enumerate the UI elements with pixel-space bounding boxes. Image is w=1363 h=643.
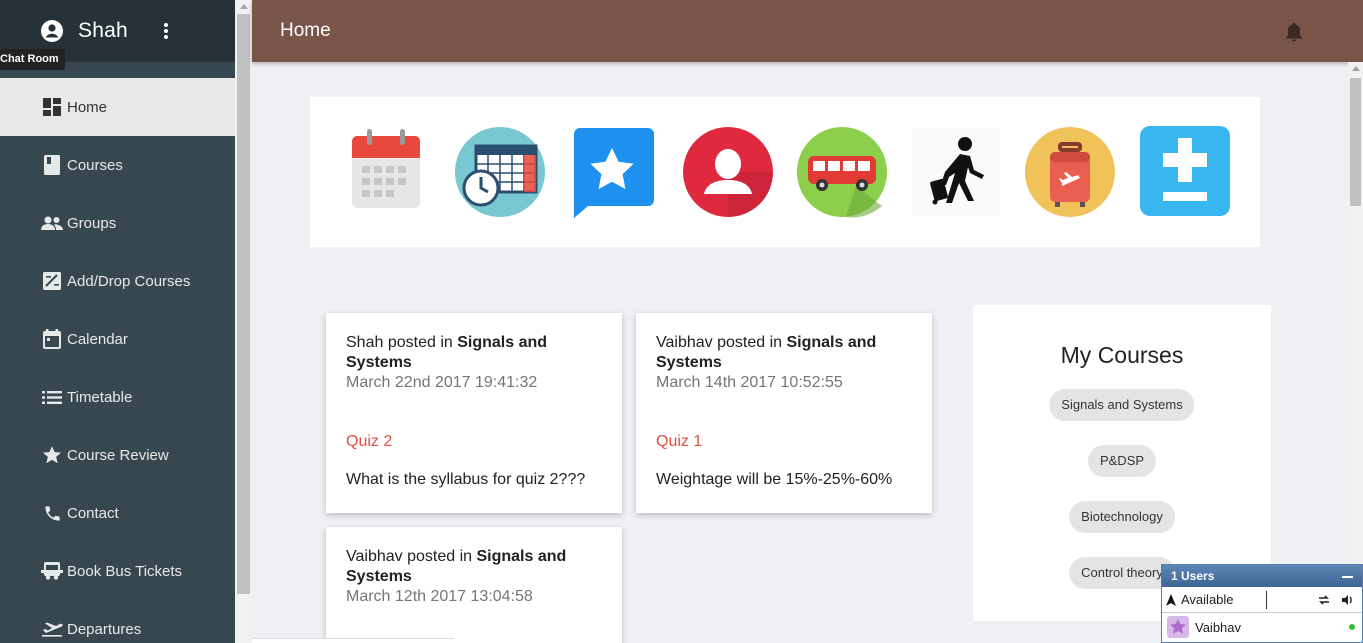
- post-date: March 22nd 2017 19:41:32: [346, 374, 538, 391]
- refresh-icon[interactable]: [1318, 595, 1330, 605]
- sidebar-item-label: Home: [67, 98, 108, 116]
- list-icon: [41, 386, 63, 408]
- edit-box-icon: [41, 270, 63, 292]
- bottom-panel-edge: [252, 638, 454, 643]
- review-star-icon[interactable]: [570, 126, 662, 218]
- calendar-icon: [41, 328, 63, 350]
- user-avatar: [1167, 616, 1189, 638]
- post-card[interactable]: Vaibhav posted in Signals and Systems Ma…: [326, 527, 622, 643]
- sidebar-item-label: Add/Drop Courses: [67, 272, 191, 290]
- add-course-icon[interactable]: [1140, 126, 1232, 218]
- status-arrow-icon[interactable]: [1165, 593, 1177, 607]
- post-author: Shah: [346, 334, 384, 351]
- post-header: Vaibhav posted in Signals and Systems: [346, 547, 602, 587]
- chat-user-name: Vaibhav: [1195, 619, 1242, 635]
- course-chip[interactable]: Signals and Systems: [1049, 389, 1195, 421]
- sidebar-item-calendar[interactable]: Calendar: [0, 310, 235, 368]
- more-vert-icon[interactable]: [156, 21, 176, 41]
- sidebar: Shah Chat Room Home Courses Groups Add/D…: [0, 0, 235, 643]
- post-card[interactable]: Vaibhav posted in Signals and Systems Ma…: [636, 313, 932, 513]
- sidebar-item-label: Course Review: [67, 446, 169, 464]
- page-title: Home: [280, 20, 331, 41]
- sidebar-item-book-bus-tickets[interactable]: Book Bus Tickets: [0, 542, 235, 600]
- sidebar-scrollbar-thumb[interactable]: [237, 14, 250, 594]
- post-body: What is the syllabus for quiz 2???: [346, 471, 586, 488]
- post-posted-in: posted in: [387, 334, 453, 351]
- sidebar-item-add-drop-courses[interactable]: Add/Drop Courses: [0, 252, 235, 310]
- bus-icon: [41, 560, 63, 582]
- post-date: March 14th 2017 10:52:55: [656, 374, 843, 391]
- star-icon: [41, 444, 63, 466]
- my-courses-title: My Courses: [1060, 342, 1184, 368]
- book-icon: [41, 154, 63, 176]
- username: Shah: [78, 19, 128, 42]
- flight-icon: [41, 618, 63, 640]
- chat-status-row: Available: [1162, 587, 1362, 613]
- sound-icon[interactable]: [1341, 595, 1355, 605]
- dashboard-icon: [41, 96, 63, 118]
- account-circle-icon[interactable]: [40, 19, 64, 43]
- sidebar-item-label: Departures: [67, 620, 142, 638]
- post-posted-in: posted in: [407, 548, 473, 565]
- scroll-up-icon[interactable]: [239, 4, 248, 9]
- course-chip[interactable]: Control theory: [1069, 557, 1175, 589]
- post-author: Vaibhav: [346, 548, 403, 565]
- sidebar-item-label: Book Bus Tickets: [67, 562, 183, 580]
- scroll-up-icon[interactable]: [1351, 66, 1360, 71]
- sidebar-item-label: Calendar: [67, 330, 128, 348]
- course-chip[interactable]: Biotechnology: [1069, 501, 1175, 533]
- sidebar-item-label: Timetable: [67, 388, 133, 406]
- quick-links-panel: [310, 97, 1260, 247]
- post-title[interactable]: Quiz 2: [346, 433, 602, 451]
- post-author: Vaibhav: [656, 334, 713, 351]
- luggage-icon[interactable]: [1024, 126, 1116, 218]
- post-title[interactable]: Quiz 1: [656, 433, 912, 451]
- sidebar-item-timetable[interactable]: Timetable: [0, 368, 235, 426]
- sidebar-item-groups[interactable]: Groups: [0, 194, 235, 252]
- group-icon: [41, 212, 63, 234]
- post-body: Weightage will be 15%-25%-60%: [656, 471, 893, 488]
- minimize-icon[interactable]: [1342, 576, 1353, 578]
- calendar-app-icon[interactable]: [347, 126, 439, 218]
- chat-room-tooltip: Chat Room: [0, 49, 65, 70]
- sidebar-item-departures[interactable]: Departures: [0, 600, 235, 643]
- chat-widget[interactable]: 1 Users Available Vaibhav: [1161, 564, 1363, 643]
- sidebar-item-contact[interactable]: Contact: [0, 484, 235, 542]
- chat-header[interactable]: 1 Users: [1162, 565, 1362, 587]
- sidebar-item-home[interactable]: Home: [0, 78, 235, 136]
- phone-icon: [41, 502, 63, 524]
- post-posted-in: posted in: [717, 334, 783, 351]
- sidebar-item-label: Courses: [67, 156, 123, 174]
- timetable-clock-icon[interactable]: [454, 126, 546, 218]
- post-header: Shah posted in Signals and Systems: [346, 333, 602, 373]
- top-app-bar: Home: [252, 0, 1363, 62]
- course-chip[interactable]: P&DSP: [1087, 445, 1157, 477]
- chat-status[interactable]: Available: [1181, 592, 1234, 607]
- notification-bell-icon[interactable]: [1285, 22, 1303, 47]
- post-card[interactable]: Shah posted in Signals and Systems March…: [326, 313, 622, 513]
- online-status-icon: [1349, 624, 1355, 630]
- chat-user-count: 1 Users: [1171, 569, 1215, 583]
- contact-person-icon[interactable]: [682, 126, 774, 218]
- sidebar-item-courses[interactable]: Courses: [0, 136, 235, 194]
- status-divider: [1266, 591, 1267, 609]
- bus-app-icon[interactable]: [796, 126, 888, 218]
- sidebar-item-label: Groups: [67, 214, 117, 232]
- main-scrollbar[interactable]: [1348, 62, 1363, 643]
- sidebar-item-course-review[interactable]: Course Review: [0, 426, 235, 484]
- main-scrollbar-thumb[interactable]: [1350, 78, 1361, 206]
- chat-user-row[interactable]: Vaibhav: [1162, 613, 1362, 641]
- post-date: March 12th 2017 13:04:58: [346, 588, 533, 605]
- sidebar-item-label: Contact: [67, 504, 119, 522]
- sidebar-scrollbar[interactable]: [235, 0, 252, 643]
- post-header: Vaibhav posted in Signals and Systems: [656, 333, 912, 373]
- traveler-icon[interactable]: [910, 126, 1002, 218]
